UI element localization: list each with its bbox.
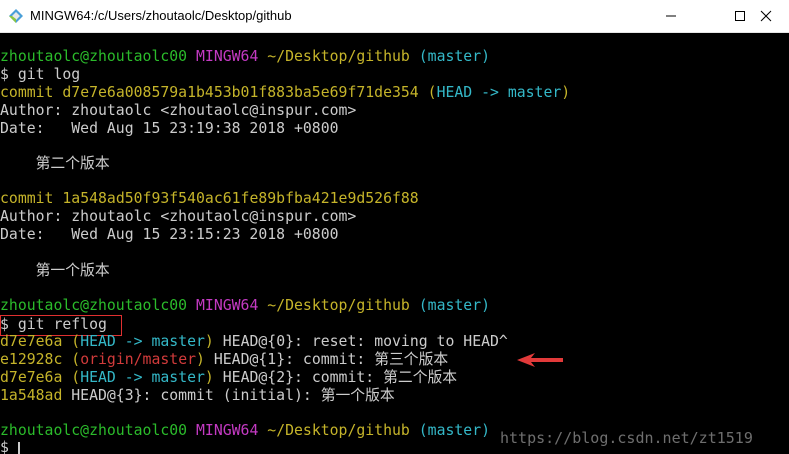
reflog-detail: HEAD@{0}: reset: moving to HEAD^ bbox=[213, 333, 508, 350]
text-cursor bbox=[18, 442, 20, 454]
arrow-annotation-icon bbox=[517, 353, 563, 367]
prompt-user: zhoutaolc@zhoutaolc00 bbox=[0, 297, 188, 314]
commit-message: 第二个版本 bbox=[0, 155, 110, 172]
reflog-detail: HEAD@{1}: commit: 第三个版本 bbox=[204, 351, 449, 368]
prompt-branch: (master) bbox=[418, 297, 491, 314]
reflog-hash: d7e7e6a bbox=[0, 333, 63, 350]
reflog-line: d7e7e6a (HEAD -> master) HEAD@{0}: reset… bbox=[0, 333, 508, 351]
prompt-line: zhoutaolc@zhoutaolc00 MINGW64 ~/Desktop/… bbox=[0, 48, 490, 66]
author-line: Author: zhoutaolc <zhoutaolc@inspur.com> bbox=[0, 102, 357, 119]
date-line: Date: Wed Aug 15 23:19:38 2018 +0800 bbox=[0, 120, 339, 137]
reflog-hash: 1a548ad bbox=[0, 387, 63, 404]
watermark-text: https://blog.csdn.net/zt1519 bbox=[500, 429, 753, 447]
reflog-ref: HEAD -> master bbox=[80, 369, 205, 386]
commit-line: commit d7e7e6a008579a1b453b01f883ba5e69f… bbox=[0, 84, 570, 102]
prompt-branch: (master) bbox=[418, 48, 491, 65]
ref-open: ( bbox=[427, 84, 437, 101]
reflog-ref: HEAD -> master bbox=[80, 333, 205, 350]
command-line: $ bbox=[0, 439, 18, 454]
ref-head: HEAD -> master bbox=[436, 84, 562, 101]
reflog-hash: d7e7e6a bbox=[0, 369, 63, 386]
prompt-path: ~/Desktop/github bbox=[267, 48, 410, 65]
prompt-system: MINGW64 bbox=[196, 48, 259, 65]
prompt-line: zhoutaolc@zhoutaolc00 MINGW64 ~/Desktop/… bbox=[0, 422, 490, 440]
ref-open: ( bbox=[71, 351, 81, 368]
commit-message: 第一个版本 bbox=[0, 262, 110, 279]
author-line: Author: zhoutaolc <zhoutaolc@inspur.com> bbox=[0, 208, 357, 225]
reflog-line: e12928c (origin/master) HEAD@{1}: commit… bbox=[0, 351, 448, 369]
minimize-button[interactable] bbox=[648, 0, 694, 32]
reflog-ref: origin/master bbox=[80, 351, 197, 368]
reflog-detail: HEAD@{3}: commit (initial): 第一个版本 bbox=[62, 387, 395, 404]
prompt-line: zhoutaolc@zhoutaolc00 MINGW64 ~/Desktop/… bbox=[0, 297, 490, 315]
commit-label: commit bbox=[0, 190, 54, 207]
prompt-path: ~/Desktop/github bbox=[267, 422, 410, 439]
prompt-system: MINGW64 bbox=[196, 422, 259, 439]
ref-open: ( bbox=[71, 333, 81, 350]
window-title: MINGW64:/c/Users/zhoutaolc/Desktop/githu… bbox=[30, 8, 292, 23]
ref-open: ( bbox=[71, 369, 81, 386]
commit-hash: 1a548ad50f93f540ac61fe89bfba421e9d526f88 bbox=[62, 190, 419, 207]
close-button[interactable] bbox=[743, 0, 789, 32]
date-line: Date: Wed Aug 15 23:15:23 2018 +0800 bbox=[0, 226, 339, 243]
prompt-user: zhoutaolc@zhoutaolc00 bbox=[0, 48, 188, 65]
terminal-output[interactable]: zhoutaolc@zhoutaolc00 MINGW64 ~/Desktop/… bbox=[0, 33, 789, 454]
prompt-branch: (master) bbox=[418, 422, 491, 439]
ref-close: ) bbox=[204, 333, 214, 350]
prompt-path: ~/Desktop/github bbox=[267, 297, 410, 314]
reflog-hash: e12928c bbox=[0, 351, 63, 368]
close-icon bbox=[760, 10, 772, 22]
commit-label: commit bbox=[0, 84, 54, 101]
window-titlebar[interactable]: MINGW64:/c/Users/zhoutaolc/Desktop/githu… bbox=[0, 0, 789, 33]
ref-close: ) bbox=[196, 351, 205, 368]
command-line: $ git log bbox=[0, 66, 81, 83]
mingw-icon bbox=[8, 8, 24, 24]
reflog-detail: HEAD@{2}: commit: 第二个版本 bbox=[213, 369, 458, 386]
prompt-system: MINGW64 bbox=[196, 297, 259, 314]
reflog-line: d7e7e6a (HEAD -> master) HEAD@{2}: commi… bbox=[0, 369, 457, 387]
prompt-user: zhoutaolc@zhoutaolc00 bbox=[0, 422, 188, 439]
commit-hash: d7e7e6a008579a1b453b01f883ba5e69f71de354 bbox=[62, 84, 419, 101]
minimize-icon bbox=[666, 15, 676, 17]
ref-close: ) bbox=[561, 84, 571, 101]
reflog-line: 1a548ad HEAD@{3}: commit (initial): 第一个版… bbox=[0, 387, 395, 405]
commit-line: commit 1a548ad50f93f540ac61fe89bfba421e9… bbox=[0, 190, 419, 208]
ref-close: ) bbox=[204, 369, 214, 386]
